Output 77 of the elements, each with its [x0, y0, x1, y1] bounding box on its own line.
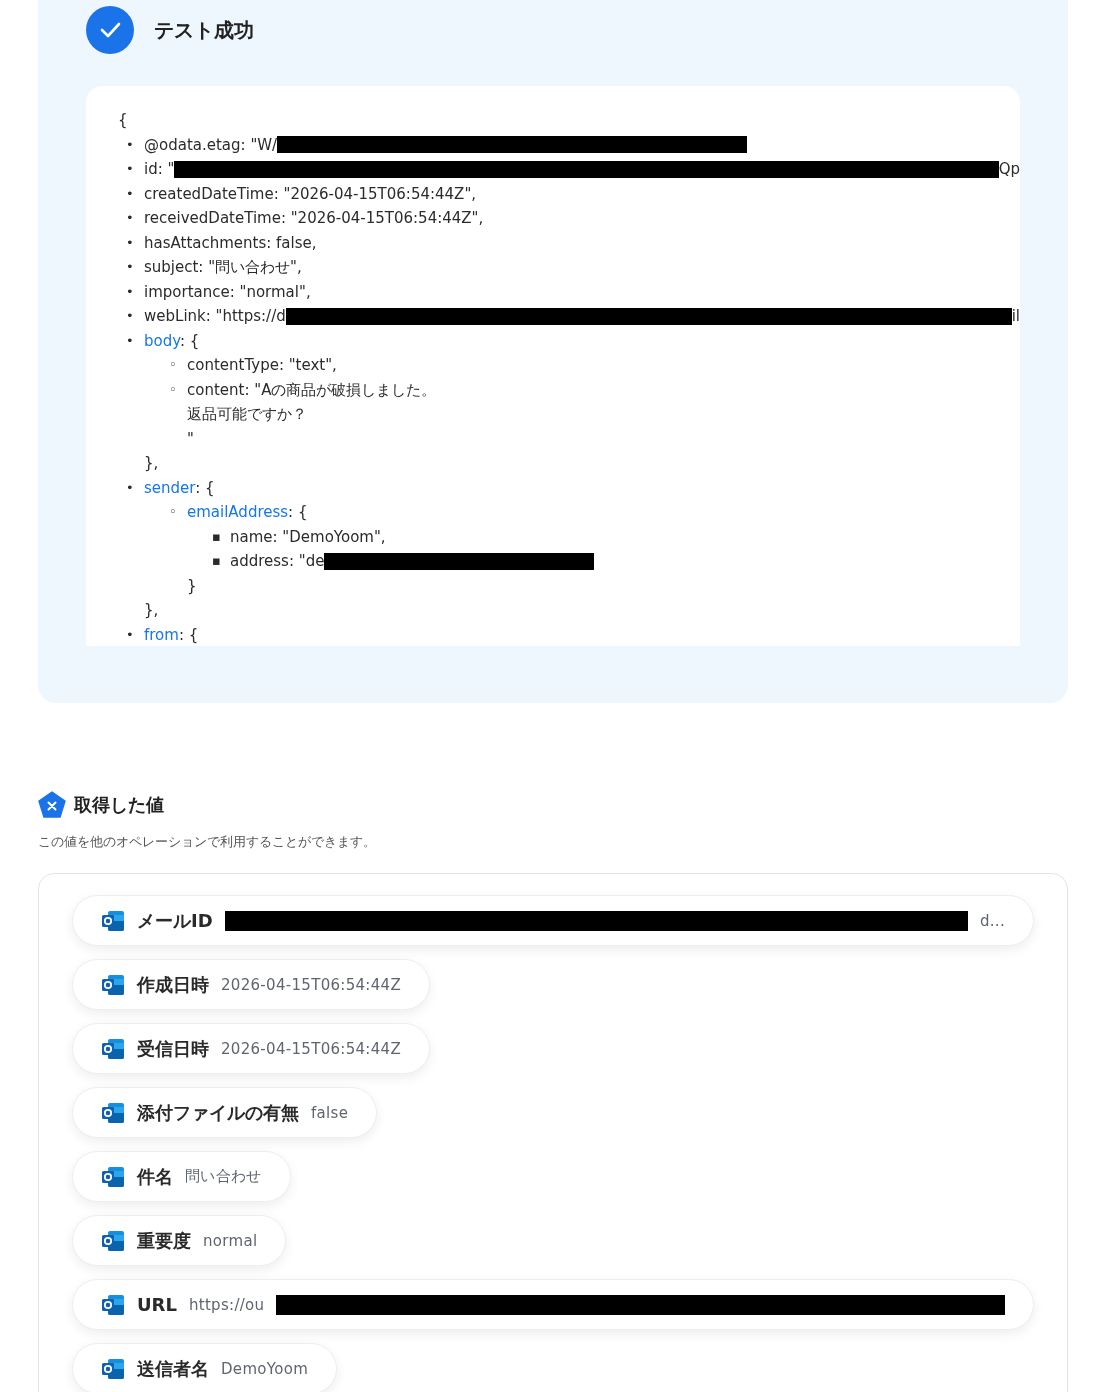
chip-label: メールID: [137, 908, 213, 933]
json-line: @odata.etag: "W/: [144, 134, 278, 156]
list-bullet: •: [125, 233, 135, 252]
section-description: この値を他のオペレーションで利用することができます。: [38, 833, 377, 851]
mail-app-icon: [101, 1037, 125, 1060]
value-chip[interactable]: 送信者名 DemoYoom: [72, 1343, 338, 1392]
value-chip[interactable]: 受信日時 2026-04-15T06:54:44Z: [72, 1023, 430, 1074]
mail-app-icon: [101, 1229, 125, 1252]
json-line: receivedDateTime: "2026-04-15T06:54:44Z",: [144, 208, 484, 229]
json-line: contentType: "text",: [187, 355, 337, 376]
value-chip[interactable]: 重要度 normal: [72, 1215, 287, 1266]
list-bullet: •: [125, 184, 135, 203]
json-line: importance: "normal",: [144, 281, 311, 303]
chip-value: false: [311, 1103, 349, 1122]
chip-value: normal: [203, 1231, 258, 1250]
mail-app-icon: [101, 1101, 125, 1124]
list-bullet: ◦: [168, 380, 178, 399]
list-bullet: ◦: [168, 356, 178, 374]
chip-value: DemoYoom: [221, 1359, 309, 1378]
result-title: テスト成功: [154, 16, 254, 44]
json-line: webLink: "https://d: [144, 306, 286, 327]
list-bullet: •: [125, 307, 135, 325]
json-line: from: {: [144, 624, 199, 646]
chip-label: 作成日時: [137, 972, 209, 997]
list-bullet: •: [125, 160, 135, 178]
chip-label: 送信者名: [137, 1356, 209, 1381]
json-brace: },: [144, 453, 160, 474]
chip-value: https://ou: [188, 1295, 265, 1314]
list-bullet: •: [125, 209, 135, 227]
list-bullet: ▪: [211, 527, 222, 546]
value-chip[interactable]: メールID d...: [72, 895, 1034, 946]
section-title: 取得した値: [74, 793, 164, 817]
chip-value: 2026-04-15T06:54:44Z: [221, 1039, 401, 1058]
mail-app-icon: [101, 1293, 125, 1316]
json-line: address: "de: [230, 551, 325, 572]
json-line: ": [187, 428, 195, 450]
list-bullet: •: [125, 258, 135, 276]
chip-label: 受信日時: [137, 1036, 209, 1061]
mail-app-icon: [101, 973, 125, 996]
json-brace: }: [187, 575, 198, 597]
json-line: 返品可能ですか？: [187, 404, 308, 425]
list-bullet: ▪: [211, 552, 222, 570]
list-bullet: •: [125, 135, 135, 154]
list-bullet: •: [125, 282, 135, 301]
json-line: id: ": [144, 159, 175, 180]
mail-app-icon: [101, 1165, 125, 1188]
list-bullet: •: [125, 625, 135, 644]
variable-icon: [38, 791, 66, 819]
list-bullet: ◦: [168, 503, 178, 521]
json-line: sender: {: [144, 477, 216, 499]
chip-label: 添付ファイルの有無: [137, 1100, 299, 1125]
json-line-tail: il: [1011, 306, 1020, 327]
json-brace: },: [144, 600, 160, 621]
chip-label: 件名: [137, 1164, 173, 1189]
json-line: content: "Aの商品が破損しました。: [187, 379, 437, 401]
list-bullet: •: [125, 331, 135, 350]
value-chip[interactable]: 作成日時 2026-04-15T06:54:44Z: [72, 959, 430, 1010]
json-line: subject: "問い合わせ",: [144, 257, 302, 278]
json-line: hasAttachments: false,: [144, 232, 317, 254]
check-icon: [86, 6, 134, 54]
json-line-tail: Qp: [998, 159, 1020, 180]
value-chip[interactable]: 添付ファイルの有無 false: [72, 1087, 378, 1138]
chip-label: 重要度: [137, 1228, 191, 1253]
chip-label: URL: [137, 1294, 177, 1315]
chip-value: d...: [979, 911, 1005, 930]
json-line: body: {: [144, 330, 201, 352]
json-line: name: "DemoYoom",: [230, 526, 386, 548]
chip-value: 問い合わせ: [185, 1167, 262, 1186]
json-brace: {: [118, 111, 128, 129]
json-line: emailAddress: {: [187, 502, 309, 523]
list-bullet: •: [125, 478, 135, 497]
value-chip[interactable]: URL https://ou: [72, 1279, 1034, 1330]
value-chip[interactable]: 件名 問い合わせ: [72, 1151, 291, 1202]
mail-app-icon: [101, 1357, 125, 1380]
mail-app-icon: [101, 909, 125, 932]
chip-value: 2026-04-15T06:54:44Z: [221, 975, 401, 994]
json-line: createdDateTime: "2026-04-15T06:54:44Z",: [144, 183, 477, 205]
